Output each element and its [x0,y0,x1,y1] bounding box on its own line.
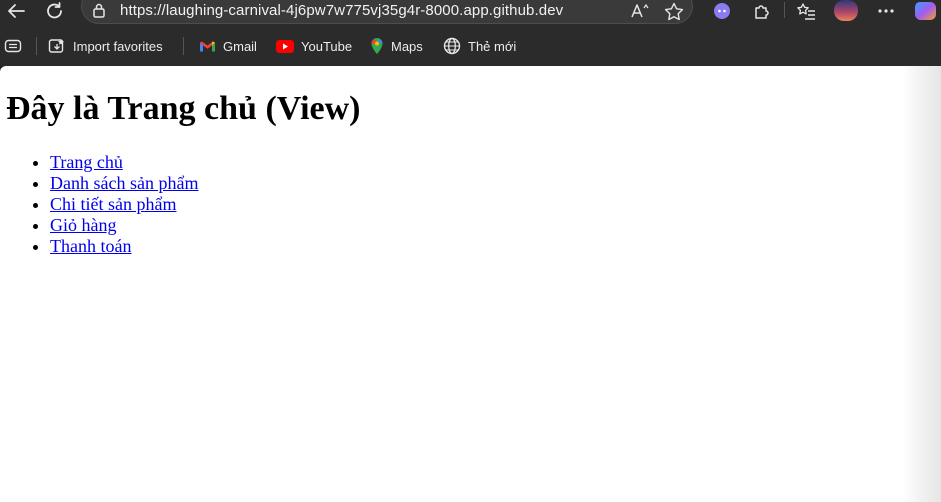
bookmark-maps[interactable]: Maps [370,37,423,55]
profile-avatar-icon [834,0,858,21]
back-button[interactable] [2,0,30,22]
bookmark-label: Gmail [223,38,257,54]
refresh-button[interactable] [41,0,69,22]
bookmarks-divider [183,37,184,55]
bookmark-new-tab[interactable]: Thẻ mới [443,37,516,55]
extension-avatar-button[interactable] [708,0,736,22]
page-viewport: Đây là Trang chủ (View) Trang chủ Danh s… [0,66,941,502]
bookmark-gmail[interactable]: Gmail [199,37,257,55]
back-arrow-icon [8,4,25,18]
right-edge-shadow [901,66,941,502]
browser-toolbar: https://laughing-carnival-4j6pw7w775vj35… [0,0,941,26]
bookmark-label: Maps [391,38,423,54]
reading-mode-button[interactable] [4,37,22,55]
bookmarks-bar: Import favorites Gmail YouTube Maps Thẻ … [0,26,941,66]
puzzle-piece-icon [755,5,769,19]
reading-list-icon [4,39,22,53]
refresh-icon [47,2,62,19]
import-favorites-icon [48,38,66,54]
nav-link-checkout[interactable]: Thanh toán [50,236,131,256]
copilot-icon [915,2,936,20]
favorite-star-icon[interactable] [662,1,686,21]
globe-icon [443,37,461,55]
copilot-extension-icon [714,3,730,19]
bookmark-label: YouTube [301,38,353,54]
maps-icon [370,37,384,55]
nav-link-list: Trang chủ Danh sách sản phẩm Chi tiết sả… [0,152,198,257]
extensions-button[interactable] [748,0,776,22]
favorites-button[interactable] [792,0,820,22]
bookmark-label: Import favorites [73,38,163,54]
nav-link-cart[interactable]: Giỏ hàng [50,215,117,235]
bookmark-youtube[interactable]: YouTube [276,37,352,55]
favorites-list-icon [797,3,815,20]
youtube-icon [276,39,294,53]
copilot-button[interactable] [912,0,940,22]
page-title: Đây là Trang chủ (View) [6,90,361,127]
list-item: Thanh toán [50,236,198,257]
list-item: Chi tiết sản phẩm [50,194,198,215]
gmail-icon [199,40,216,53]
profile-button[interactable] [832,0,860,22]
address-bar[interactable]: https://laughing-carnival-4j6pw7w775vj35… [81,0,693,24]
url-text[interactable]: https://laughing-carnival-4j6pw7w775vj35… [120,2,563,19]
list-item: Giỏ hàng [50,215,198,236]
more-options-button[interactable] [872,0,900,22]
bookmark-label: Thẻ mới [468,38,517,54]
nav-link-product-detail[interactable]: Chi tiết sản phẩm [50,194,176,214]
list-item: Trang chủ [50,152,198,173]
more-dots-icon [878,9,894,13]
toolbar-divider [784,2,785,18]
bookmarks-divider [36,37,37,55]
list-item: Danh sách sản phẩm [50,173,198,194]
read-aloud-icon[interactable] [628,1,652,21]
bookmark-import-favorites[interactable]: Import favorites [48,37,163,55]
lock-icon [92,3,106,23]
nav-link-home[interactable]: Trang chủ [50,152,123,172]
nav-link-product-list[interactable]: Danh sách sản phẩm [50,173,198,193]
